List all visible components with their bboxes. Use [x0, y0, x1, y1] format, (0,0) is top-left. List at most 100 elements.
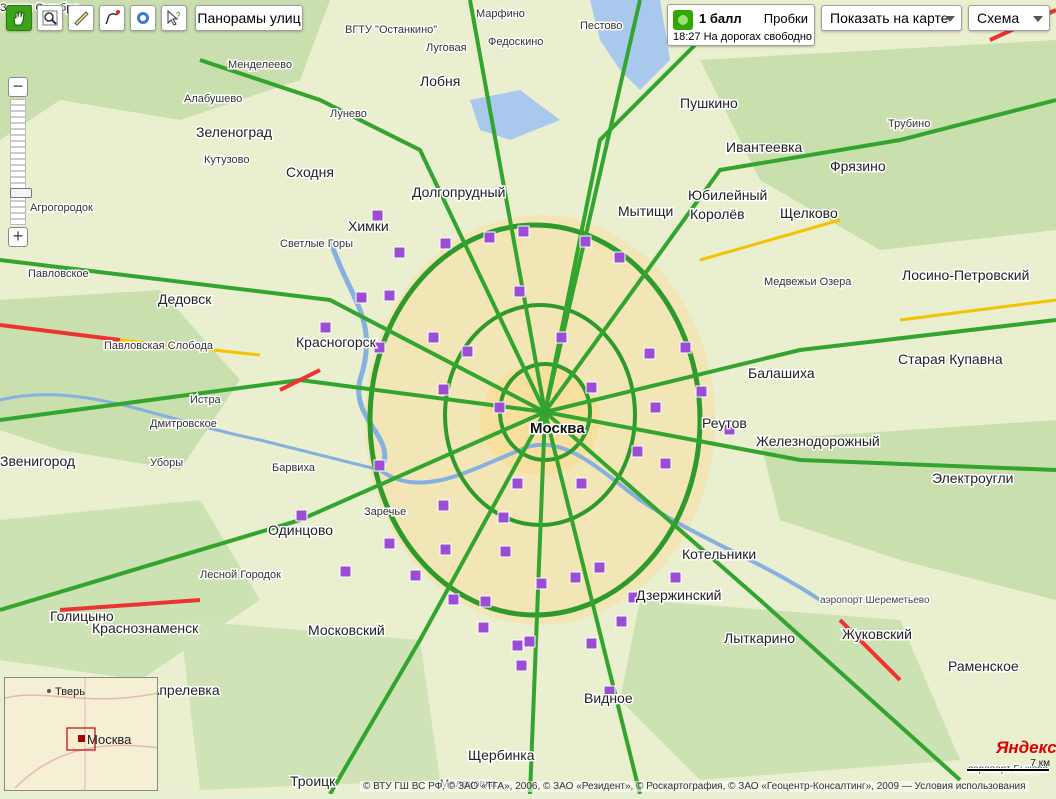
place-label: Химки	[348, 218, 389, 234]
place-label: Марфино	[476, 8, 525, 20]
place-label: Железнодорожный	[756, 433, 880, 449]
scale-bar	[966, 768, 1050, 772]
route-tool-button[interactable]	[99, 5, 125, 31]
traffic-camera-marker	[575, 477, 588, 490]
place-label: Заречье	[364, 506, 406, 518]
place-label: Звенигород	[0, 453, 75, 469]
traffic-camera-marker	[383, 289, 396, 302]
traffic-camera-marker	[383, 537, 396, 550]
place-label: Котельники	[682, 546, 756, 562]
traffic-camera-marker	[669, 571, 682, 584]
place-label: Щербинка	[468, 747, 535, 763]
traffic-status: 18:27 На дорогах свободно	[673, 31, 813, 43]
place-label: Ивантеевка	[726, 139, 803, 155]
place-label: Юбилейный	[688, 187, 767, 203]
place-label: Одинцово	[268, 522, 333, 538]
traffic-widget[interactable]: 1 балл Пробки 18:27 На дорогах свободно	[667, 4, 815, 46]
overview-minimap[interactable]: Тверь Москва	[4, 677, 158, 791]
info-tool-button[interactable]: ?	[161, 5, 187, 31]
map-scale: 7 км	[966, 758, 1050, 772]
route-icon	[105, 10, 120, 25]
svg-text:?: ?	[176, 11, 181, 20]
traffic-camera-marker	[409, 569, 422, 582]
traffic-camera-marker	[499, 545, 512, 558]
traffic-camera-marker	[513, 285, 526, 298]
zoom-out-button[interactable]: −	[8, 77, 28, 97]
traffic-camera-marker	[437, 499, 450, 512]
traffic-camera-marker	[477, 621, 490, 634]
place-label: Лыткарино	[724, 630, 795, 646]
traffic-camera-marker	[615, 615, 628, 628]
place-label: Фрязино	[830, 158, 886, 174]
traffic-camera-marker	[355, 291, 368, 304]
ruler-icon	[74, 11, 89, 26]
traffic-camera-marker	[295, 509, 308, 522]
map-layer-dropdown[interactable]: Схема	[968, 5, 1050, 31]
traffic-toggle-link[interactable]: Пробки	[764, 11, 808, 26]
place-label: Пушкино	[680, 95, 738, 111]
zoom-in-button[interactable]: +	[8, 227, 28, 247]
ruler-tool-button[interactable]	[68, 5, 94, 31]
yandex-logo: Яндекс	[996, 738, 1056, 757]
traffic-camera-marker	[447, 593, 460, 606]
place-label: Старая Купавна	[898, 351, 1003, 367]
place-label: Москва	[530, 420, 585, 437]
traffic-camera-marker	[393, 246, 406, 259]
map-canvas[interactable]: Марфино Пестово ВГТУ "Останкино" Федоскино Л…	[0, 0, 1056, 796]
show-on-map-label: Показать на карте	[830, 10, 949, 26]
traffic-camera-marker	[593, 561, 606, 574]
street-panoramas-button[interactable]: Панорамы улиц	[195, 5, 303, 31]
map-layer[interactable]: Марфино Пестово ВГТУ "Останкино" Федоскино Л…	[0, 0, 1056, 796]
place-label: Трубино	[888, 118, 930, 130]
show-on-map-dropdown[interactable]: Показать на карте	[821, 5, 962, 31]
panorama-tool-button[interactable]	[130, 5, 156, 31]
place-label: Красногорск	[296, 334, 377, 350]
place-label: ВГТУ "Останкино"	[345, 24, 437, 36]
magnifier-tool-button[interactable]	[37, 5, 63, 31]
traffic-camera-marker	[569, 571, 582, 584]
place-label: Сходня	[286, 164, 334, 180]
place-label: Реутов	[702, 415, 747, 431]
traffic-camera-marker	[483, 231, 496, 244]
place-label: Мытищи	[618, 203, 673, 219]
traffic-camera-marker	[535, 577, 548, 590]
place-label: Королёв	[690, 206, 745, 222]
traffic-camera-marker	[319, 321, 332, 334]
minimap-layer: Тверь Москва	[5, 678, 157, 790]
traffic-camera-marker	[427, 331, 440, 344]
traffic-camera-marker	[555, 331, 568, 344]
minimap-city-label: Тверь	[55, 686, 85, 698]
zoom-slider-handle[interactable]	[10, 188, 32, 198]
traffic-camera-marker	[339, 565, 352, 578]
place-label: Луговая	[426, 42, 467, 54]
traffic-camera-marker	[643, 347, 656, 360]
map-layer-label: Схема	[977, 10, 1020, 26]
magnifier-icon	[42, 10, 58, 26]
zoom-track[interactable]	[10, 99, 32, 225]
minimap-city-label: Москва	[87, 732, 132, 747]
place-label: Жуковский	[842, 626, 912, 642]
place-label: Долгопрудный	[412, 184, 505, 200]
place-label: Лобня	[420, 73, 460, 89]
traffic-camera-marker	[511, 477, 524, 490]
place-label: Медвежьи Озера	[764, 276, 852, 288]
place-label: Светлые Горы	[280, 238, 353, 250]
traffic-camera-marker	[493, 401, 506, 414]
copyright-notice: © ВТУ ГШ ВС РФ, © ЗАО «ТГА», 2006, © ЗАО…	[360, 781, 1029, 792]
place-label: Зеленоград	[196, 124, 272, 140]
traffic-camera-marker	[497, 511, 510, 524]
place-label: Кутузово	[204, 154, 249, 166]
traffic-camera-marker	[437, 383, 450, 396]
place-label: Раменское	[948, 658, 1019, 674]
place-label: Лесной Городок	[200, 569, 281, 581]
place-label: Троицк	[290, 773, 336, 789]
place-label: Апрелевка	[150, 682, 220, 698]
info-cursor-icon: ?	[167, 9, 181, 26]
chevron-down-icon	[945, 16, 955, 22]
place-label: Менделеево	[228, 59, 292, 71]
hand-icon	[13, 11, 25, 26]
chevron-down-icon	[1033, 16, 1043, 22]
traffic-camera-marker	[679, 341, 692, 354]
traffic-camera-marker	[695, 385, 708, 398]
hand-tool-button[interactable]	[6, 5, 32, 31]
